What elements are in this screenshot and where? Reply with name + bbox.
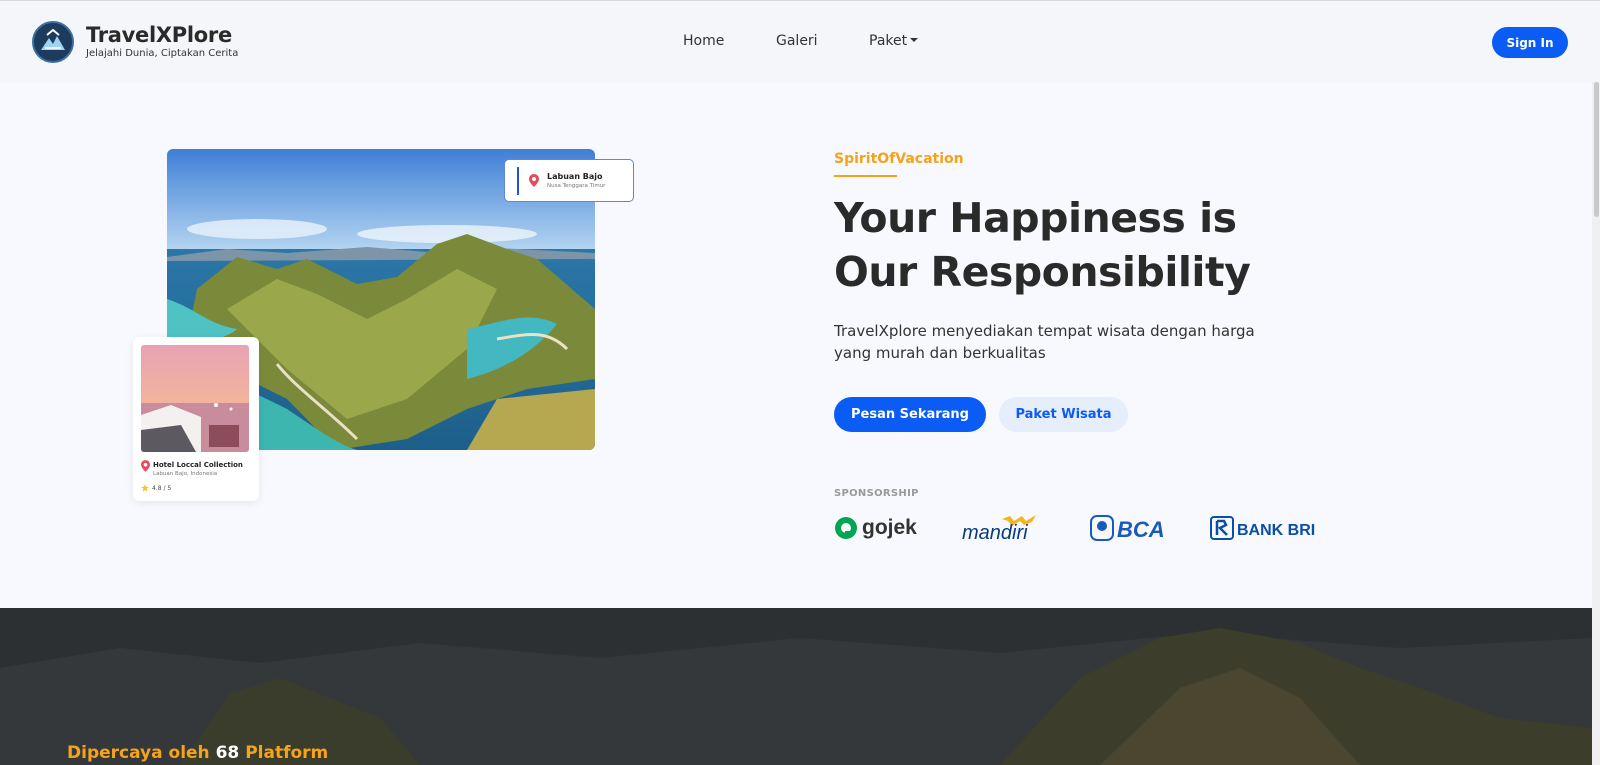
sponsor-mandiri-text: mandiri: [962, 522, 1028, 543]
star-icon: [141, 484, 149, 492]
caret-down-icon: [910, 38, 919, 42]
sponsor-gojek-logo: gojek: [834, 512, 924, 544]
sponsorship-label: SPONSORSHIP: [834, 488, 919, 499]
hotel-image: [141, 345, 249, 452]
kicker-underline: [834, 175, 897, 177]
hero-kicker: SpiritOfVacation: [834, 151, 964, 167]
location-card: Labuan Bajo Nusa Tenggara Timur: [504, 159, 634, 202]
brand-logo-icon: [32, 21, 74, 63]
hotel-card[interactable]: Hotel Loccal Collection Labuan Bajo, Ind…: [133, 337, 259, 501]
hero-headline: Your Happiness is Our Responsibility: [834, 191, 1394, 299]
map-pin-icon: [141, 460, 150, 472]
location-accent-bar: [517, 166, 519, 195]
sponsor-bri-text: BANK BRI: [1237, 522, 1315, 539]
trusted-suffix: Platform: [245, 743, 329, 763]
nav-paket-label: Paket: [869, 33, 908, 49]
pesan-sekarang-button[interactable]: Pesan Sekarang: [834, 397, 986, 432]
brand[interactable]: TravelXPlore Jelajahi Dunia, Ciptakan Ce…: [32, 21, 238, 63]
location-subtitle: Nusa Tenggara Timur: [547, 183, 606, 189]
trusted-section-background: [0, 608, 1592, 765]
headline-line-2: Our Responsibility: [834, 248, 1251, 296]
location-title: Labuan Bajo: [547, 172, 603, 181]
sponsor-gojek-text: gojek: [862, 516, 917, 539]
sponsor-bca-logo: BCA: [1090, 512, 1170, 544]
sign-in-button[interactable]: Sign In: [1492, 27, 1568, 58]
hero-subtext: TravelXplore menyediakan tempat wisata d…: [834, 322, 1255, 362]
map-pin-icon: [529, 174, 539, 187]
sponsor-mandiri-logo: mandiri: [962, 512, 1052, 544]
hotel-name: Hotel Loccal Collection: [153, 461, 243, 469]
scrollbar-thumb[interactable]: [1594, 82, 1599, 217]
hotel-rating: 4.8 / 5: [152, 484, 172, 492]
nav-home-link[interactable]: Home: [683, 33, 724, 49]
navbar: TravelXPlore Jelajahi Dunia, Ciptakan Ce…: [0, 0, 1600, 82]
trusted-by-heading: Dipercaya oleh 68 Platform: [67, 743, 328, 763]
brand-name: TravelXPlore: [86, 23, 232, 47]
nav-galeri-link[interactable]: Galeri: [776, 33, 818, 49]
nav-paket-dropdown[interactable]: Paket: [869, 33, 919, 49]
sponsor-bri-logo: BANK BRI: [1210, 512, 1315, 544]
hotel-location: Labuan Bajo, Indonesia: [153, 471, 218, 477]
trusted-prefix: Dipercaya oleh: [67, 743, 210, 763]
page-scrollbar[interactable]: [1592, 82, 1600, 765]
brand-tagline: Jelajahi Dunia, Ciptakan Cerita: [86, 48, 239, 59]
headline-line-1: Your Happiness is: [834, 194, 1237, 242]
paket-wisata-button[interactable]: Paket Wisata: [999, 397, 1128, 432]
sponsor-bca-text: BCA: [1117, 517, 1165, 542]
trusted-count: 68: [215, 743, 240, 763]
